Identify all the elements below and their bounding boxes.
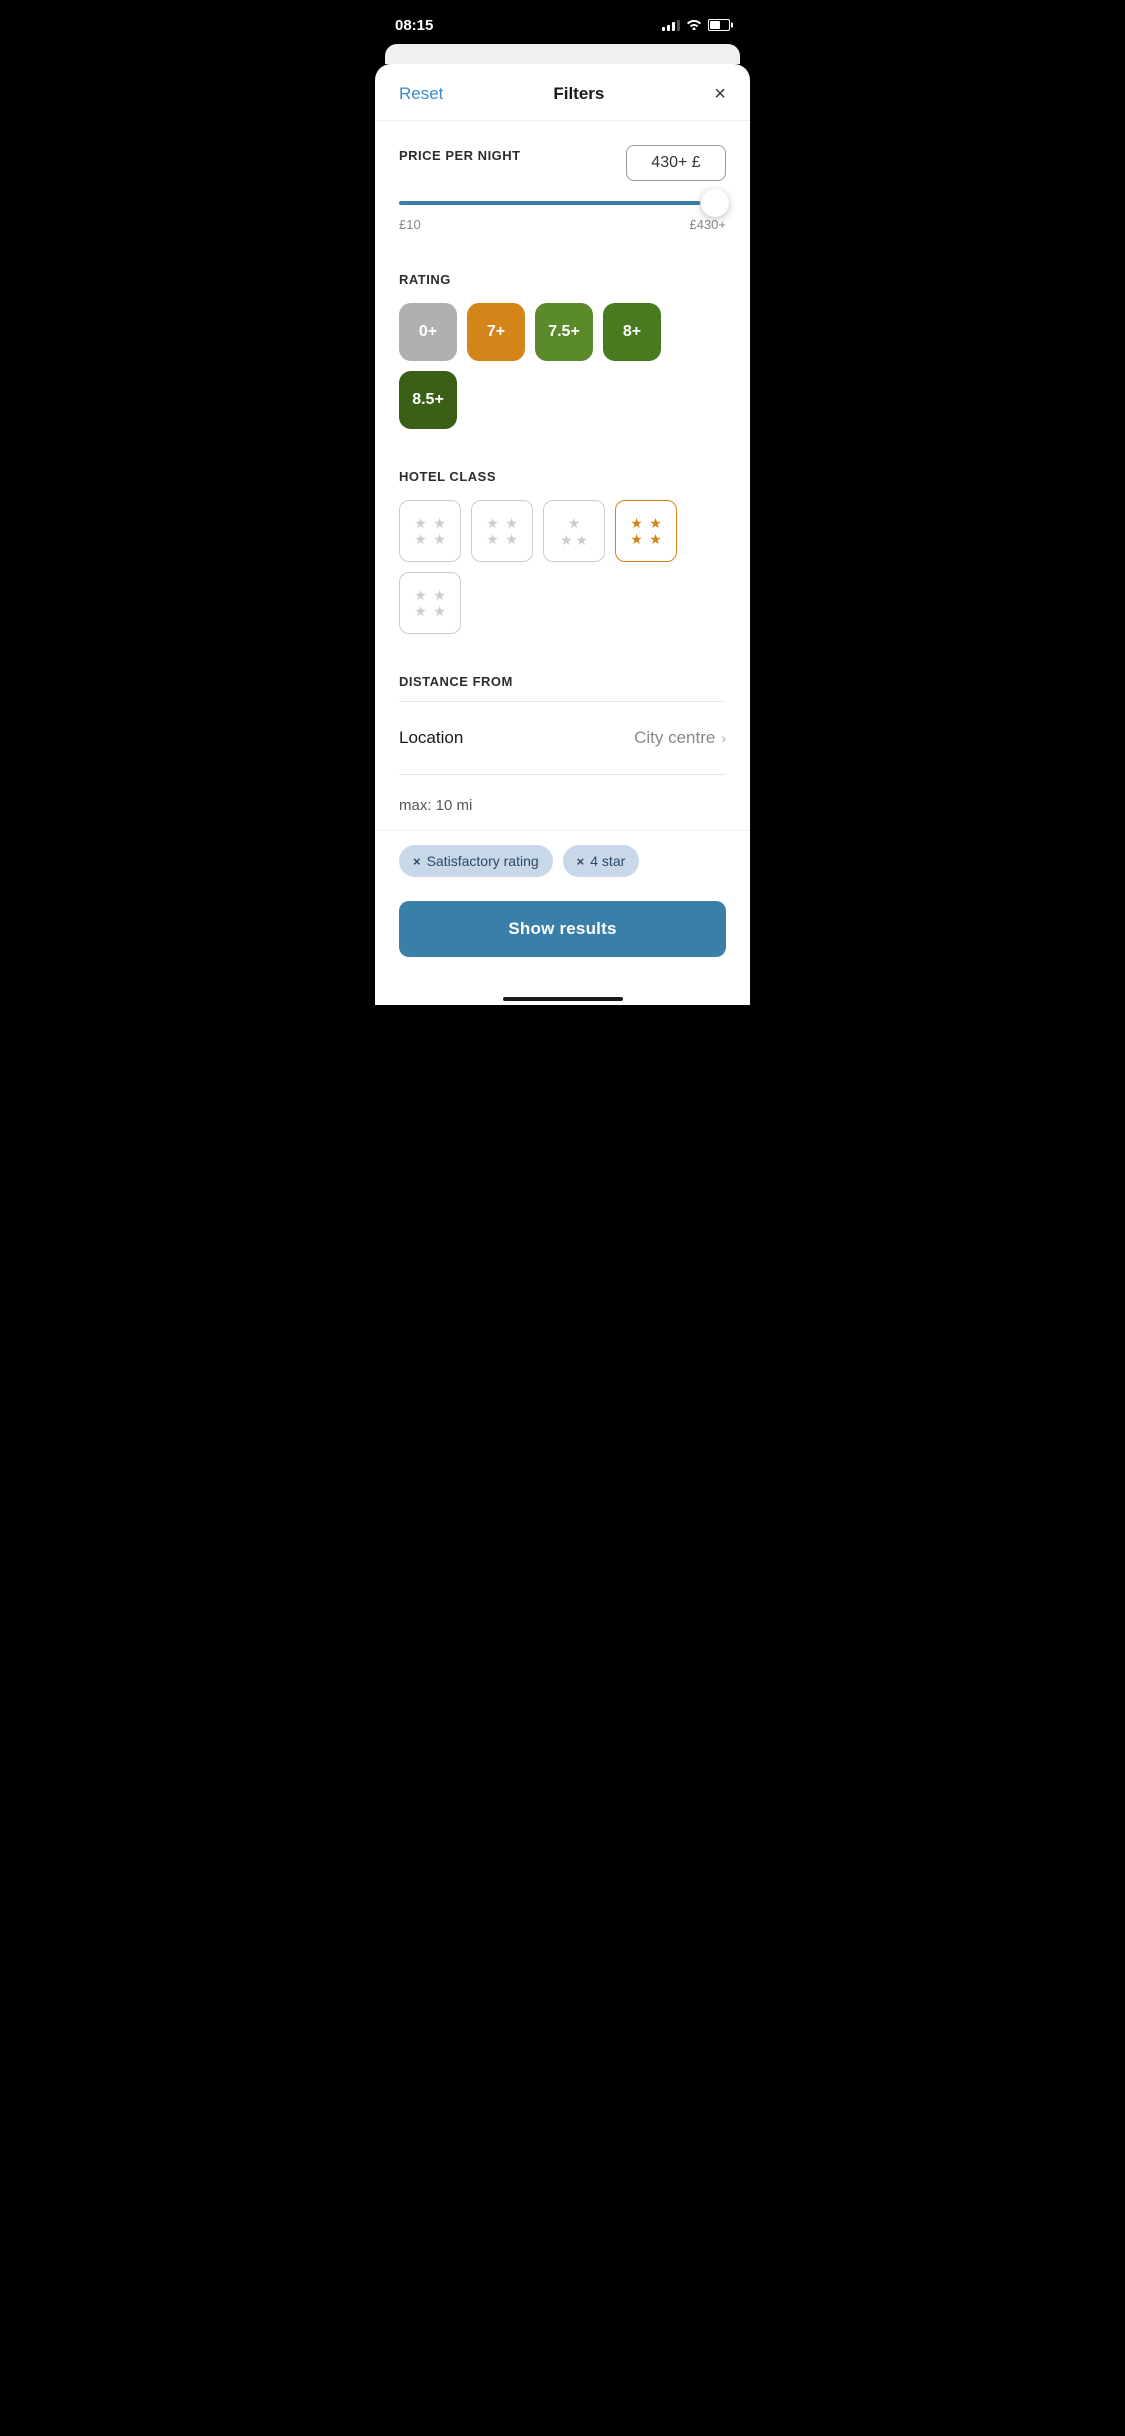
- star-icon: ★: [484, 532, 501, 546]
- location-value: City centre ›: [634, 728, 726, 748]
- modal-sheet: Reset Filters × PRICE PER NIGHT 430+ £: [375, 64, 750, 1005]
- star-icon: ★: [431, 588, 448, 602]
- status-icons: [662, 18, 730, 33]
- rating-buttons: 0+ 7+ 7.5+ 8+ 8.5+: [399, 303, 726, 429]
- filter-chip-4star[interactable]: × 4 star: [563, 845, 640, 877]
- hotel-class-3star[interactable]: ★ ★ ★: [543, 500, 605, 562]
- reset-button[interactable]: Reset: [399, 84, 443, 104]
- rating-btn-7plus[interactable]: 7+: [467, 303, 525, 361]
- star-icon: ★: [576, 533, 589, 547]
- rating-btn-85plus[interactable]: 8.5+: [399, 371, 457, 429]
- filters-title: Filters: [553, 84, 604, 104]
- location-label: Location: [399, 728, 463, 748]
- rating-section: RATING 0+ 7+ 7.5+ 8+ 8.5+: [399, 248, 726, 445]
- hotel-class-2star-a[interactable]: ★ ★ ★ ★: [399, 500, 461, 562]
- rating-btn-8plus[interactable]: 8+: [603, 303, 661, 361]
- star-icon: ★: [412, 516, 429, 530]
- star-icon: ★: [412, 604, 429, 618]
- star-icon: ★: [431, 532, 448, 546]
- star-icon: ★: [560, 533, 573, 547]
- active-filters: × Satisfactory rating × 4 star: [375, 830, 750, 889]
- status-time: 08:15: [395, 17, 433, 34]
- battery-icon: [708, 19, 730, 31]
- hotel-class-label: HOTEL CLASS: [399, 469, 726, 484]
- hotel-class-5star[interactable]: ★ ★ ★ ★: [399, 572, 461, 634]
- rating-btn-0plus[interactable]: 0+: [399, 303, 457, 361]
- prev-screen-peek: [385, 44, 740, 64]
- show-results-button[interactable]: Show results: [399, 901, 726, 957]
- phone-frame: 08:15 Reset Filters ×: [375, 0, 750, 1005]
- divider-bottom: [399, 774, 726, 775]
- rating-btn-75plus[interactable]: 7.5+: [535, 303, 593, 361]
- distance-section: DISTANCE FROM Location City centre › max…: [399, 650, 726, 830]
- slider-labels: £10 £430+: [399, 217, 726, 232]
- distance-label: DISTANCE FROM: [399, 674, 726, 689]
- star-icon: ★: [431, 516, 448, 530]
- home-indicator: [375, 989, 750, 1005]
- price-slider[interactable]: [399, 201, 726, 205]
- slider-fill: [399, 201, 700, 205]
- hotel-class-section: HOTEL CLASS ★ ★ ★ ★ ★: [399, 445, 726, 650]
- show-results-container: Show results: [375, 889, 750, 989]
- hotel-class-2star-b[interactable]: ★ ★ ★ ★: [471, 500, 533, 562]
- modal-content: PRICE PER NIGHT 430+ £ £10 £430+ RATING: [375, 121, 750, 830]
- star-icon: ★: [647, 532, 664, 546]
- home-bar: [503, 997, 623, 1001]
- slider-thumb[interactable]: [701, 189, 729, 217]
- signal-icon: [662, 19, 680, 31]
- slider-min-label: £10: [399, 217, 421, 232]
- chevron-right-icon: ›: [721, 730, 726, 746]
- modal-header: Reset Filters ×: [375, 64, 750, 121]
- star-icon: ★: [503, 516, 520, 530]
- slider-max-label: £430+: [689, 217, 726, 232]
- location-row[interactable]: Location City centre ›: [399, 714, 726, 762]
- star-icon: ★: [431, 604, 448, 618]
- chip-x-icon: ×: [577, 854, 585, 869]
- star-icon: ★: [484, 516, 501, 530]
- slider-track: [399, 201, 726, 205]
- star-icon: ★: [412, 532, 429, 546]
- price-input[interactable]: 430+ £: [626, 145, 726, 181]
- price-section: PRICE PER NIGHT 430+ £ £10 £430+: [399, 121, 726, 248]
- chip-4star-label: 4 star: [590, 853, 625, 869]
- chip-satisfactory-label: Satisfactory rating: [427, 853, 539, 869]
- hotel-class-buttons: ★ ★ ★ ★ ★ ★ ★ ★: [399, 500, 726, 634]
- divider-top: [399, 701, 726, 702]
- star-icon: ★: [628, 516, 645, 530]
- rating-label: RATING: [399, 272, 726, 287]
- price-header: PRICE PER NIGHT 430+ £: [399, 145, 726, 181]
- wifi-icon: [686, 18, 702, 33]
- close-button[interactable]: ×: [714, 84, 726, 104]
- status-bar: 08:15: [375, 0, 750, 44]
- star-icon: ★: [568, 516, 581, 530]
- star-icon: ★: [647, 516, 664, 530]
- chip-x-icon: ×: [413, 854, 421, 869]
- price-label: PRICE PER NIGHT: [399, 148, 521, 163]
- location-value-text: City centre: [634, 728, 715, 748]
- max-distance: max: 10 mi: [399, 787, 726, 830]
- hotel-class-4star[interactable]: ★ ★ ★ ★: [615, 500, 677, 562]
- star-icon: ★: [503, 532, 520, 546]
- star-icon: ★: [628, 532, 645, 546]
- star-icon: ★: [412, 588, 429, 602]
- filter-chip-satisfactory[interactable]: × Satisfactory rating: [399, 845, 553, 877]
